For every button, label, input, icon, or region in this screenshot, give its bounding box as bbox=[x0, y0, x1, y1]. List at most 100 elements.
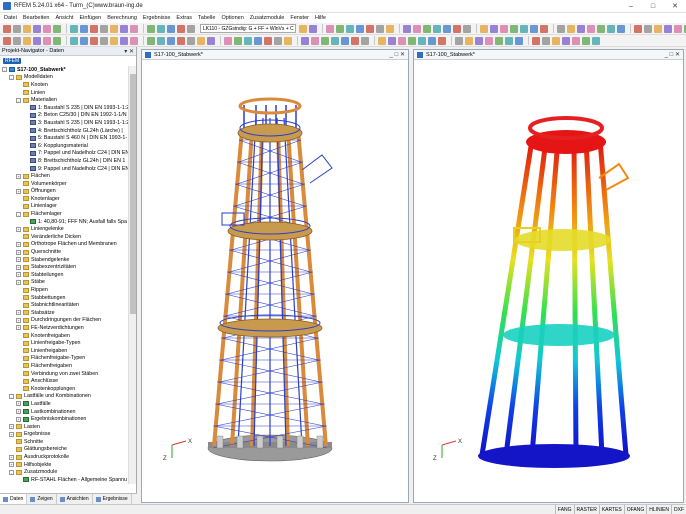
toolbar-tool-icon[interactable] bbox=[572, 36, 580, 45]
toolbar-tool-icon[interactable] bbox=[378, 36, 386, 45]
toolbar-tool-icon[interactable] bbox=[187, 24, 195, 33]
toolbar-tool-icon[interactable] bbox=[301, 36, 309, 45]
toolbar-tool-icon[interactable] bbox=[515, 36, 523, 45]
toolbar-tool-icon[interactable] bbox=[234, 36, 242, 45]
tree-item[interactable]: 1: Baustahl S 235 | DIN EN 1993-1-1:2 bbox=[0, 104, 128, 112]
toolbar-tool-icon[interactable] bbox=[167, 24, 175, 33]
tree-item[interactable]: Volumenkörper bbox=[0, 180, 128, 188]
toolbar-tool-icon[interactable] bbox=[587, 24, 595, 33]
tree-item[interactable]: - S17-100_Stabwerk* bbox=[0, 66, 128, 74]
toolbar-tool-icon[interactable] bbox=[455, 36, 463, 45]
toolbar-tool-icon[interactable] bbox=[33, 36, 41, 45]
status-raster[interactable]: RASTER bbox=[573, 505, 599, 514]
toolbar-tool-icon[interactable] bbox=[530, 24, 538, 33]
toolbar-tool-icon[interactable] bbox=[557, 24, 565, 33]
toolbar-tool-icon[interactable] bbox=[3, 36, 11, 45]
tree-item[interactable]: + Stabendgelenke bbox=[0, 256, 128, 264]
expand-toggle-icon[interactable]: + bbox=[16, 325, 21, 331]
status-hlinien[interactable]: HLINIEN bbox=[646, 505, 671, 514]
toolbar-tool-icon[interactable] bbox=[438, 36, 446, 45]
toolbar-tool-icon[interactable] bbox=[607, 24, 615, 33]
toolbar-tool-icon[interactable] bbox=[309, 24, 317, 33]
toolbar-tool-icon[interactable] bbox=[617, 24, 625, 33]
scrollbar-thumb[interactable] bbox=[130, 74, 136, 314]
toolbar-tool-icon[interactable] bbox=[398, 36, 406, 45]
tree-item[interactable]: 1: 40,80-91; FFF NN; Ausfall falls Spa bbox=[0, 218, 128, 226]
tree-item[interactable]: Verbindung von zwei Stäben bbox=[0, 370, 128, 378]
tree-item[interactable]: Rippen bbox=[0, 286, 128, 294]
tree-item[interactable]: 5: Baustahl S 460 N | DIN EN 1993-1- bbox=[0, 134, 128, 142]
toolbar-tool-icon[interactable] bbox=[197, 36, 205, 45]
tree-item[interactable]: + Stäbe bbox=[0, 279, 128, 287]
toolbar-tool-icon[interactable] bbox=[100, 24, 108, 33]
expand-toggle-icon[interactable]: + bbox=[16, 317, 21, 323]
expand-toggle-icon[interactable]: + bbox=[16, 416, 21, 422]
tree-item[interactable]: + Stabteilungen bbox=[0, 271, 128, 279]
status-dxf[interactable]: DXF bbox=[671, 505, 686, 514]
expand-toggle-icon[interactable]: + bbox=[9, 462, 14, 468]
toolbar-tool-icon[interactable] bbox=[224, 36, 232, 45]
toolbar-tool-icon[interactable] bbox=[463, 24, 471, 33]
toolbar-tool-icon[interactable] bbox=[90, 36, 98, 45]
tree-item[interactable]: + Durchdringungen der Flächen bbox=[0, 317, 128, 325]
toolbar-tool-icon[interactable] bbox=[254, 36, 262, 45]
tree-item[interactable]: - Modelldaten bbox=[0, 74, 128, 82]
toolbar-tool-icon[interactable] bbox=[147, 36, 155, 45]
tree-item[interactable]: 2: Beton C25/30 | DIN EN 1992-1-1/N bbox=[0, 112, 128, 120]
expand-toggle-icon[interactable]: + bbox=[16, 279, 21, 285]
toolbar-tool-icon[interactable] bbox=[664, 24, 672, 33]
tree-item[interactable]: - Zusatzmodule bbox=[0, 468, 128, 476]
tree-item[interactable]: 4: Brettschichtholz GL24h (Lärche) | bbox=[0, 127, 128, 135]
toolbar-tool-icon[interactable] bbox=[644, 24, 652, 33]
toolbar-tool-icon[interactable] bbox=[331, 36, 339, 45]
menu-optionen[interactable]: Optionen bbox=[221, 15, 243, 21]
tree-item[interactable]: + Lastfälle bbox=[0, 400, 128, 408]
toolbar-tool-icon[interactable] bbox=[120, 36, 128, 45]
toolbar-tool-icon[interactable] bbox=[443, 24, 451, 33]
toolbar-tool-icon[interactable] bbox=[53, 36, 61, 45]
toolbar-tool-icon[interactable] bbox=[510, 24, 518, 33]
status-fang[interactable]: FANG bbox=[554, 505, 574, 514]
expand-toggle-icon[interactable]: + bbox=[16, 310, 21, 316]
toolbar-tool-icon[interactable] bbox=[386, 24, 394, 33]
toolbar-tool-icon[interactable] bbox=[532, 36, 540, 45]
expand-toggle-icon[interactable]: + bbox=[16, 173, 21, 179]
tree-item[interactable]: - Materialien bbox=[0, 96, 128, 104]
toolbar-tool-icon[interactable] bbox=[465, 36, 473, 45]
tower-deformation-canvas[interactable]: XZ bbox=[414, 60, 683, 502]
toolbar-tool-icon[interactable] bbox=[53, 24, 61, 33]
tree-item[interactable]: Linienfreigaben bbox=[0, 347, 128, 355]
expand-toggle-icon[interactable]: - bbox=[16, 97, 21, 103]
toolbar-tool-icon[interactable] bbox=[490, 24, 498, 33]
expand-toggle-icon[interactable]: - bbox=[2, 67, 7, 73]
tree-item[interactable]: + Ergebniskombinationen bbox=[0, 415, 128, 423]
toolbar-tool-icon[interactable] bbox=[577, 24, 585, 33]
toolbar-tool-icon[interactable] bbox=[674, 24, 682, 33]
tree-item[interactable]: Stabbettungen bbox=[0, 294, 128, 302]
tree-item[interactable]: Knotenfreigaben bbox=[0, 332, 128, 340]
toolbar-tool-icon[interactable] bbox=[351, 36, 359, 45]
toolbar-tool-icon[interactable] bbox=[495, 36, 503, 45]
toolbar-tool-icon[interactable] bbox=[43, 24, 51, 33]
toolbar-tool-icon[interactable] bbox=[207, 36, 215, 45]
toolbar-tool-icon[interactable] bbox=[147, 24, 155, 33]
tree-item[interactable]: Flächenfreigabe-Typen bbox=[0, 355, 128, 363]
toolbar-tool-icon[interactable] bbox=[177, 36, 185, 45]
toolbar-tool-icon[interactable] bbox=[130, 36, 138, 45]
toolbar-tool-icon[interactable] bbox=[274, 36, 282, 45]
result-view-window-controls[interactable]: _ □ ✕ bbox=[665, 51, 680, 58]
toolbar-tool-icon[interactable] bbox=[361, 36, 369, 45]
tree-item[interactable]: Anschlüsse bbox=[0, 377, 128, 385]
tree-item[interactable]: RF-STAHL Flächen - Allgemeine Spannu bbox=[0, 476, 128, 484]
toolbar-tool-icon[interactable] bbox=[70, 36, 78, 45]
toolbar-tool-icon[interactable] bbox=[388, 36, 396, 45]
toolbar-tool-icon[interactable] bbox=[634, 24, 642, 33]
expand-toggle-icon[interactable]: + bbox=[9, 454, 14, 460]
tree-item[interactable]: + Öffnungen bbox=[0, 188, 128, 196]
toolbar-tool-icon[interactable] bbox=[167, 36, 175, 45]
tree-item[interactable]: 9: Pappel und Nadelholz C24 | DIN EN bbox=[0, 165, 128, 173]
status-ofang[interactable]: OFANG bbox=[623, 505, 647, 514]
toolbar-tool-icon[interactable] bbox=[321, 36, 329, 45]
toolbar-tool-icon[interactable] bbox=[3, 24, 11, 33]
toolbar-tool-icon[interactable] bbox=[187, 36, 195, 45]
